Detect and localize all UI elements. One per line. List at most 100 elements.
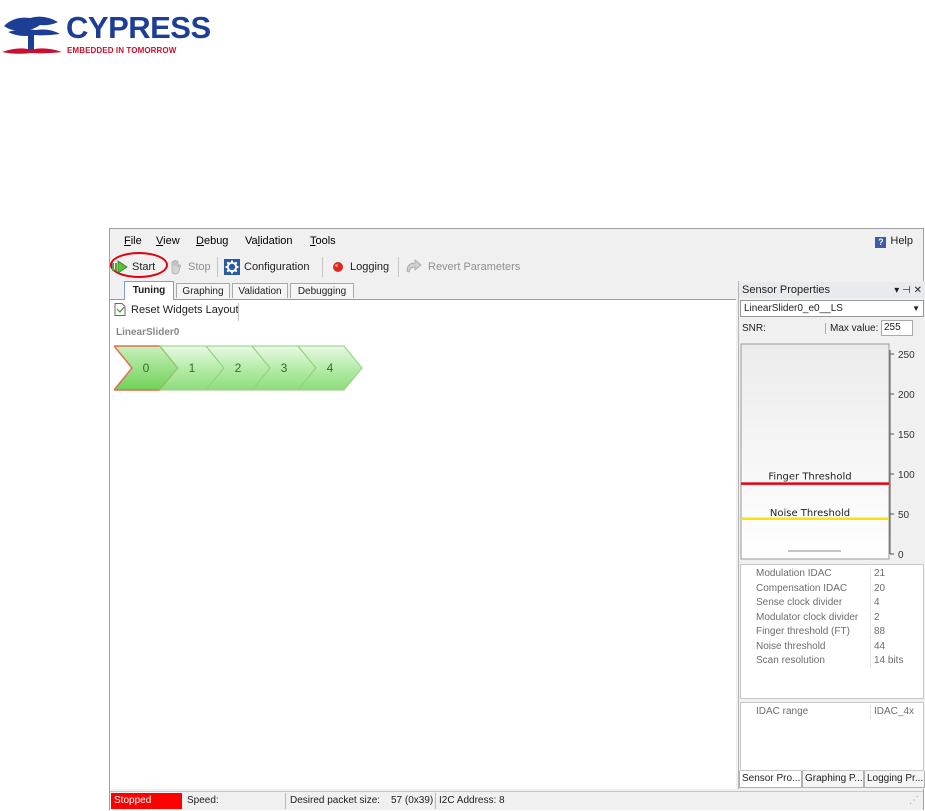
- close-icon[interactable]: ✕: [914, 285, 922, 296]
- property-name: Noise threshold: [756, 640, 826, 652]
- property-row[interactable]: Compensation IDAC 20: [741, 581, 923, 596]
- dropdown-arrow-icon[interactable]: ▾: [894, 285, 899, 296]
- y-tick-label: 250: [898, 350, 915, 361]
- snr-row: SNR: Max value: 255: [739, 320, 925, 338]
- property-row[interactable]: IDAC range IDAC_4x: [741, 705, 923, 719]
- status-packet-value: 57 (0x39): [391, 795, 434, 806]
- document-icon: [114, 303, 126, 316]
- configuration-button[interactable]: Configuration: [224, 257, 309, 277]
- menu-view[interactable]: View: [156, 235, 180, 247]
- logging-button[interactable]: Logging: [330, 257, 389, 277]
- tuner-window: File View Debug Validation Tools ? Help S…: [109, 228, 925, 810]
- help-icon: ?: [875, 237, 887, 248]
- toolbar-separator: [322, 257, 323, 277]
- start-button[interactable]: Start: [110, 252, 168, 278]
- property-value: 44: [874, 640, 886, 652]
- property-value: 21: [874, 568, 886, 579]
- slider-segment-label: 3: [281, 361, 288, 375]
- tab-validation[interactable]: Validation: [232, 283, 288, 298]
- y-tick-label: 200: [898, 390, 915, 401]
- property-row[interactable]: Modulator clock divider 2: [741, 610, 923, 625]
- tab-logging-properties[interactable]: Logging Pr...: [864, 771, 925, 788]
- sensor-select[interactable]: LinearSlider0_e0__LS ▼: [740, 300, 924, 317]
- property-row[interactable]: Modulation IDAC 21: [741, 567, 923, 581]
- slider-segment-label: 4: [327, 361, 334, 375]
- property-value: IDAC_4x: [874, 706, 915, 717]
- panel-title: Sensor Properties ▾ ⊣ ✕: [739, 282, 925, 298]
- status-separator: [435, 793, 436, 809]
- menu-validation[interactable]: Validation: [245, 235, 293, 247]
- main-tabs: Tuning Graphing Validation Debugging: [110, 281, 736, 300]
- record-icon: [333, 262, 343, 272]
- property-row[interactable]: Noise threshold 44: [741, 639, 923, 654]
- logo-wordmark: CYPRESS: [66, 10, 211, 45]
- help-button[interactable]: ? Help: [875, 235, 913, 248]
- property-row[interactable]: Scan resolution 14 bits: [741, 654, 923, 668]
- grid-line: [870, 654, 871, 668]
- property-name: Scan resolution: [756, 655, 825, 666]
- menu-tools[interactable]: Tools: [310, 235, 336, 247]
- property-name: Compensation IDAC: [756, 582, 848, 594]
- linear-slider-widget: 0 1 2 3 4: [114, 345, 363, 391]
- property-value: 14 bits: [874, 655, 904, 666]
- sensor-properties-panel: Sensor Properties ▾ ⊣ ✕ LinearSlider0_e0…: [738, 281, 925, 789]
- y-tick-label: 150: [898, 430, 915, 441]
- property-value: 20: [874, 582, 886, 594]
- signal-chart: 250 200 150 100 50 0 Finger Threshold Noise T…: [740, 343, 915, 561]
- extra-properties-grid: IDAC range IDAC_4x: [740, 702, 924, 771]
- tab-graphing[interactable]: Graphing: [176, 283, 230, 298]
- panel-controls: ▾ ⊣ ✕: [894, 283, 922, 299]
- resize-grip-icon[interactable]: ⋰: [909, 795, 919, 806]
- max-value-input[interactable]: 255: [881, 320, 913, 336]
- cypress-tree-icon: [2, 16, 62, 54]
- logo-tagline: EMBEDDED IN TOMORROW: [67, 46, 177, 55]
- noise-threshold-label: Noise Threshold: [770, 508, 850, 519]
- menu-file[interactable]: File: [124, 235, 142, 247]
- reset-widgets-layout-button[interactable]: Reset Widgets Layout: [114, 303, 239, 316]
- y-tick-label: 100: [898, 470, 915, 481]
- menu-bar: File View Debug Validation Tools ? Help: [110, 229, 923, 253]
- tab-debugging[interactable]: Debugging: [290, 283, 354, 298]
- finger-threshold-label: Finger Threshold: [768, 472, 851, 483]
- grid-line: [870, 639, 871, 654]
- snr-label: SNR:: [742, 323, 766, 334]
- undo-icon: [406, 259, 422, 273]
- stop-button[interactable]: Stop: [168, 257, 211, 277]
- chart-plot-area: [740, 343, 890, 560]
- status-packet-label: Desired packet size:: [290, 795, 381, 806]
- toolbar-separator: [217, 257, 218, 277]
- tab-graphing-properties[interactable]: Graphing P...: [802, 771, 864, 788]
- play-icon: [112, 260, 128, 274]
- tab-tuning[interactable]: Tuning: [124, 281, 174, 300]
- property-row[interactable]: Sense clock divider 4: [741, 596, 923, 610]
- max-value-label: Max value:: [825, 323, 878, 334]
- tuning-toolbar: Reset Widgets Layout: [110, 300, 736, 322]
- property-value: 4: [874, 597, 880, 608]
- y-tick-label: 0: [898, 550, 904, 561]
- tab-sensor-properties[interactable]: Sensor Pro...: [739, 771, 802, 788]
- toolbar-separator: [238, 303, 239, 321]
- slider-segment-label: 0: [143, 361, 150, 375]
- slider-segment-label: 2: [235, 361, 242, 375]
- grid-line: [870, 581, 871, 596]
- status-i2c-address: I2C Address: 8: [439, 795, 505, 806]
- cypress-logo: CYPRESS EMBEDDED IN TOMORROW: [0, 8, 211, 58]
- grid-line: [870, 567, 871, 581]
- widget-title: LinearSlider0: [116, 327, 180, 338]
- revert-parameters-button[interactable]: Revert Parameters: [404, 257, 520, 277]
- menu-debug[interactable]: Debug: [196, 235, 228, 247]
- status-speed: Speed:: [187, 795, 219, 806]
- panel-tabs: Sensor Pro... Graphing P... Logging Pr..…: [739, 771, 925, 789]
- status-bar: Stopped Speed: Desired packet size: 57 (…: [110, 791, 923, 810]
- pin-icon[interactable]: ⊣: [902, 285, 911, 296]
- property-name: Modulator clock divider: [756, 611, 859, 623]
- grid-line: [870, 705, 871, 719]
- tuning-pane: Tuning Graphing Validation Debugging Res…: [110, 281, 736, 789]
- toolbar: Start Stop Configuration Logging Revert …: [110, 252, 923, 281]
- property-row[interactable]: Finger threshold (FT) 88: [741, 625, 923, 639]
- hand-stop-icon: [171, 260, 181, 275]
- property-value: 88: [874, 626, 886, 637]
- property-name: Sense clock divider: [756, 597, 843, 608]
- y-tick-label: 50: [898, 510, 910, 521]
- status-separator: [285, 793, 286, 809]
